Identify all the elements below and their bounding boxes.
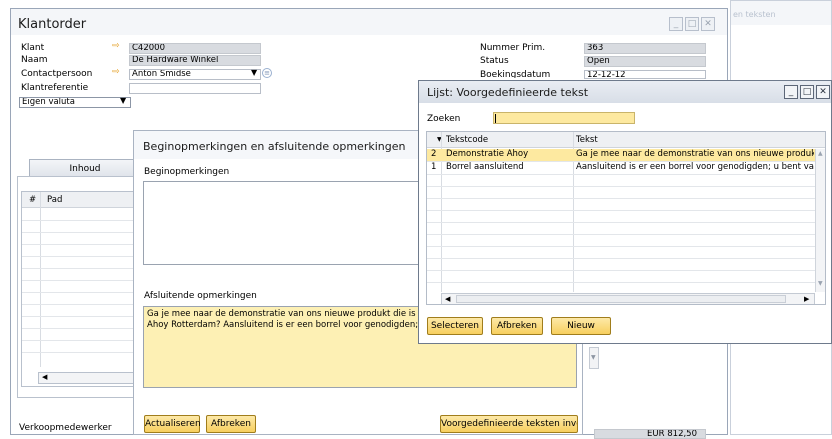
row-number: 2	[431, 149, 437, 159]
search-input[interactable]	[493, 112, 635, 124]
name-field[interactable]: De Hardware Winkel	[129, 55, 261, 66]
window-title: Klantorder	[18, 17, 87, 32]
items-grid[interactable]: # Pad ◀	[21, 191, 137, 387]
scroll-down-icon[interactable]: ▼	[591, 354, 596, 361]
closing-remarks-line1: Ga je mee naar de demonstratie van ons n…	[147, 309, 419, 319]
maximize-icon[interactable]: □	[685, 17, 699, 31]
sales-order-titlebar[interactable]	[11, 9, 727, 35]
link-arrow-icon[interactable]: ⇨	[112, 67, 120, 77]
right-scrollbar[interactable]: ▼	[589, 347, 599, 369]
row-code: Demonstratie Ahoy	[446, 149, 529, 159]
maximize-icon[interactable]: □	[800, 85, 814, 99]
closing-remarks-line2: Ahoy Rotterdam? Aansluitend is er een bo…	[147, 320, 419, 330]
predefined-text-grid[interactable]: ▼ Tekstcode Tekst 2 Demonstratie Ahoy Ga…	[426, 131, 826, 305]
list-horizontal-scrollbar[interactable]: ◀ ▶	[441, 293, 815, 304]
name-label: Naam	[21, 55, 48, 65]
scroll-right-icon[interactable]: ▶	[804, 295, 809, 303]
status-label: Status	[480, 56, 509, 66]
search-label: Zoeken	[427, 114, 461, 124]
status-field[interactable]: Open	[584, 56, 706, 67]
list-vertical-scrollbar[interactable]: ▲ ▼	[815, 149, 825, 292]
grid-header-path: Pad	[47, 195, 63, 205]
link-arrow-icon[interactable]: ⇨	[112, 41, 120, 51]
list-title: Lijst: Voorgedefinieerde tekst	[427, 86, 589, 99]
column-header-text[interactable]: Tekst	[576, 135, 598, 146]
chevron-down-icon[interactable]: ▼	[251, 68, 257, 77]
scroll-thumb[interactable]	[456, 295, 786, 303]
customer-label: Klant	[21, 43, 45, 53]
scroll-left-icon[interactable]: ◀	[42, 373, 47, 381]
contact-label: Contactpersoon	[21, 69, 93, 79]
row-code: Borrel aansluitend	[446, 162, 524, 172]
customer-ref-label: Klantreferentie	[21, 83, 89, 93]
grid-horizontal-scrollbar[interactable]: ◀	[38, 372, 134, 384]
total-field: EUR 812,50	[594, 429, 706, 439]
scroll-down-icon[interactable]: ▼	[818, 280, 823, 287]
scroll-up-icon[interactable]: ▲	[818, 150, 823, 157]
remarks-title: Beginopmerkingen en afsluitende opmerkin…	[143, 140, 406, 153]
minimize-icon[interactable]: _	[669, 17, 683, 31]
minimize-icon[interactable]: _	[784, 85, 798, 99]
tab-contents[interactable]: Inhoud	[29, 159, 141, 177]
row-text: Ga je mee naar de demonstratie van ons n…	[576, 149, 814, 159]
update-button[interactable]: Actualiseren	[144, 415, 201, 433]
predefined-text-list-dialog: Lijst: Voorgedefinieerde tekst _ □ ✕ Zoe…	[418, 80, 832, 344]
info-icon[interactable]: ≡	[262, 68, 272, 78]
close-icon[interactable]: ✕	[701, 17, 715, 31]
posting-date-label: Boekingsdatum	[480, 70, 551, 78]
contact-select[interactable]: Anton Smidse	[129, 69, 261, 80]
grid-header-number: #	[29, 195, 37, 205]
close-icon[interactable]: ✕	[816, 85, 830, 99]
list-cancel-button[interactable]: Afbreken	[491, 317, 543, 335]
currency-select[interactable]: Eigen valuta	[19, 97, 131, 108]
opening-remarks-label: Beginopmerkingen	[144, 167, 230, 177]
customer-field[interactable]: C42000	[129, 43, 261, 54]
tab-contents-label: Inhoud	[69, 164, 101, 174]
row-number: 1	[431, 162, 437, 172]
closing-remarks-label: Afsluitende opmerkingen	[144, 291, 257, 301]
doc-number-label: Nummer Prim.	[480, 43, 546, 53]
customer-ref-input[interactable]	[129, 83, 261, 94]
posting-date-field[interactable]: 12-12-12	[584, 70, 706, 79]
sales-employee-label: Verkoopmedewerker	[19, 423, 112, 433]
column-header-code[interactable]: Tekstcode	[446, 135, 488, 146]
select-button[interactable]: Selecteren	[427, 317, 483, 335]
new-button[interactable]: Nieuw	[551, 317, 611, 335]
background-window-title: en teksten	[733, 10, 776, 19]
doc-number-field[interactable]: 363	[584, 43, 706, 54]
remarks-cancel-button[interactable]: Afbreken	[206, 415, 256, 433]
row-text: Aansluitend is er een borrel voor genodi…	[576, 162, 814, 172]
scroll-left-icon[interactable]: ◀	[445, 295, 450, 303]
chevron-down-icon[interactable]: ▼	[120, 96, 126, 105]
insert-predefined-texts-button[interactable]: Voorgedefinieerde teksten invoe	[440, 415, 578, 433]
search-caret	[495, 114, 496, 123]
opening-remarks-textarea[interactable]	[143, 181, 443, 265]
